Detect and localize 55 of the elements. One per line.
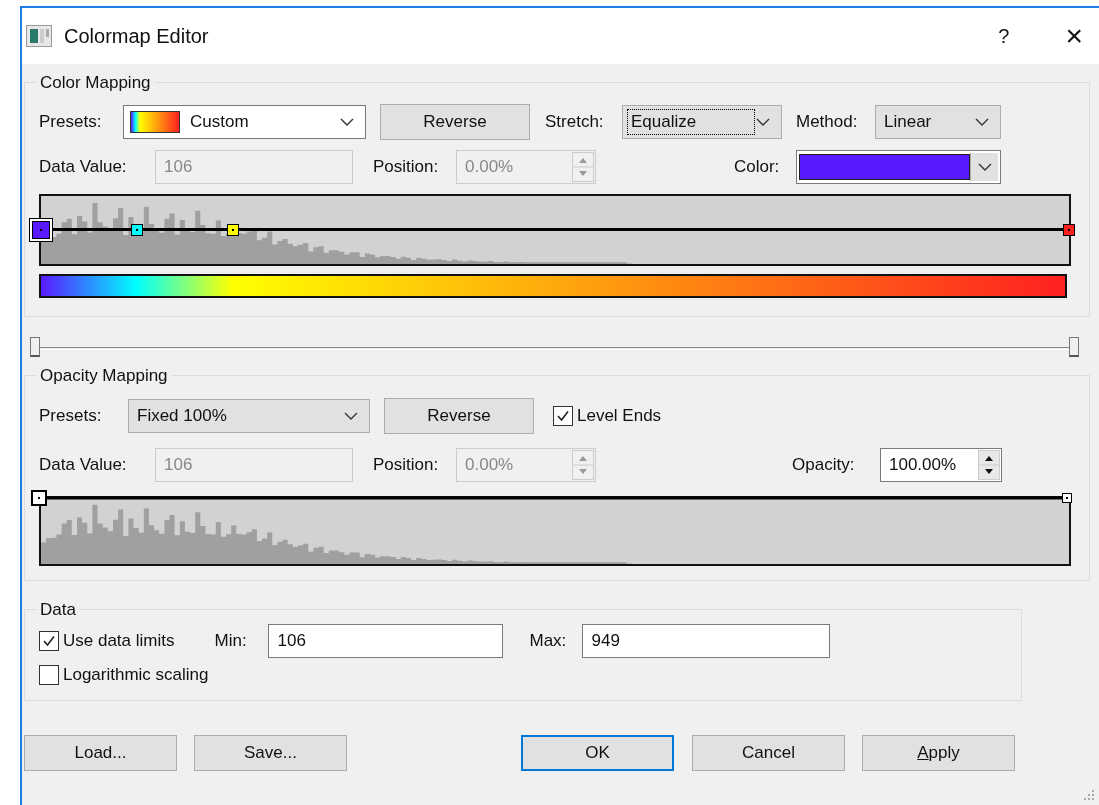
stretch-label: Stretch: [545, 112, 605, 132]
chevron-icon [339, 117, 355, 127]
chevron-icon [976, 162, 993, 172]
min-field[interactable]: 106 [268, 624, 504, 658]
position-label: Position: [373, 157, 440, 177]
checkmark-icon [42, 634, 56, 648]
opacity-spin-box[interactable]: 100.00% [880, 448, 1002, 482]
checkmark-icon [556, 409, 570, 423]
window-title: Colormap Editor [64, 24, 210, 48]
opacity-point[interactable] [31, 490, 47, 506]
group-title: Opacity Mapping [37, 366, 171, 386]
dialog-button[interactable]: OK [521, 735, 674, 771]
opacity-point[interactable] [1062, 493, 1072, 503]
position-label: Position: [373, 455, 440, 475]
dialog-button[interactable]: Load... [24, 735, 177, 771]
stretch-dropdown[interactable]: Equalize [622, 105, 782, 139]
range-slider[interactable] [30, 337, 1079, 359]
group-title: Color Mapping [37, 73, 154, 93]
max-field[interactable]: 949 [582, 624, 831, 658]
method-dropdown[interactable]: Linear [875, 105, 1001, 139]
method-label: Method: [796, 112, 859, 132]
chevron-icon [755, 117, 771, 127]
dialog-button[interactable]: Save... [194, 735, 347, 771]
spin-arrows-icon[interactable] [978, 450, 1000, 480]
reverse-button[interactable]: Reverse [380, 104, 530, 140]
presets-dropdown[interactable]: Fixed 100% [128, 399, 370, 433]
app-icon [26, 25, 52, 47]
checkbox[interactable] [39, 665, 59, 685]
presets-label: Presets: [39, 406, 103, 426]
help-button[interactable]: ? [998, 24, 1010, 48]
data-value-label: Data Value: [39, 455, 128, 475]
dialog-button[interactable]: Cancel [692, 735, 845, 771]
chevron-icon [343, 411, 359, 421]
checkbox[interactable] [553, 406, 573, 426]
checkbox-label[interactable]: Level Ends [577, 406, 662, 426]
opacity-label: Opacity: [792, 455, 856, 475]
data-value-label: Data Value: [39, 157, 128, 177]
color-label: Color: [734, 157, 781, 177]
presets-label: Presets: [39, 112, 103, 132]
gradient-swatch-icon [130, 111, 180, 133]
dialog-button[interactable]: Apply [862, 735, 1015, 771]
min-label: Min: [214, 631, 248, 651]
checkbox[interactable] [39, 631, 59, 651]
size-grip-icon[interactable] [1083, 789, 1095, 801]
color-stop[interactable] [29, 217, 53, 242]
slider-handle[interactable] [30, 337, 40, 357]
checkbox-label[interactable]: Logarithmic scaling [63, 665, 209, 685]
presets-dropdown[interactable]: Custom [123, 105, 366, 139]
checkbox-label[interactable]: Use data limits [63, 631, 175, 651]
chevron-icon [974, 117, 990, 127]
close-button[interactable]: × [1065, 19, 1083, 53]
reverse-button[interactable]: Reverse [384, 398, 534, 434]
color-dropdown[interactable] [796, 150, 1001, 184]
slider-handle[interactable] [1069, 337, 1079, 357]
max-label: Max: [529, 631, 568, 651]
